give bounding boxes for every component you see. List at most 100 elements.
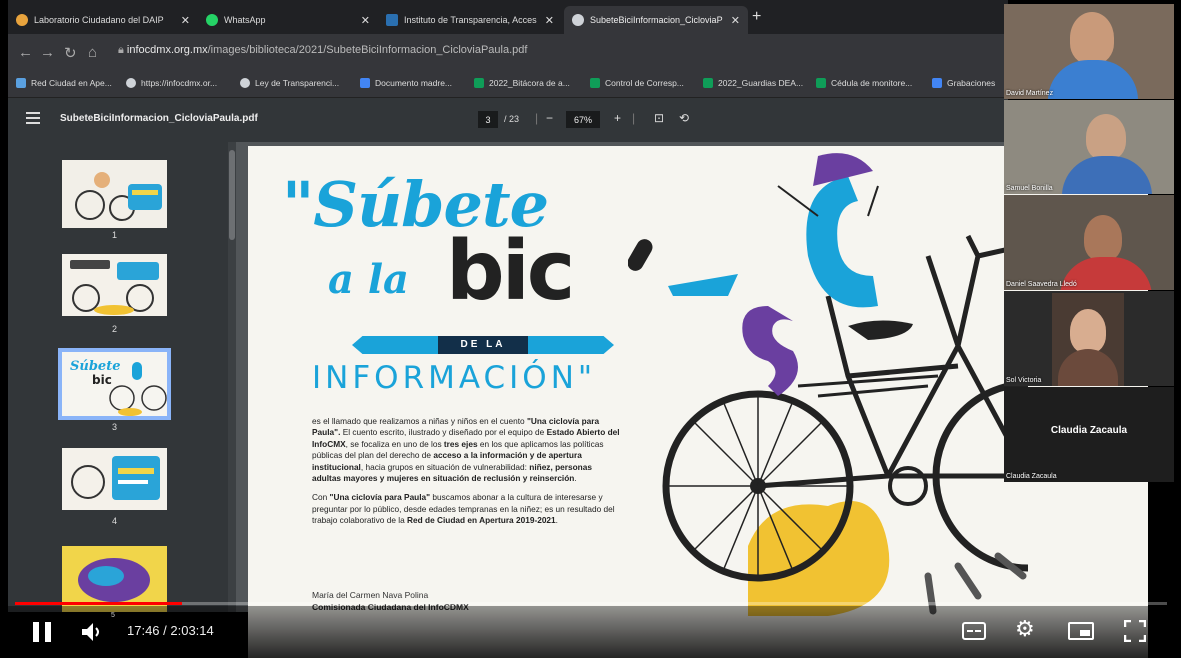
new-tab-icon[interactable]: +: [752, 8, 761, 26]
subtitles-icon[interactable]: [962, 622, 986, 640]
player-controls: 5 17:46 / 2:03:14 ⚙: [0, 606, 1181, 658]
bookmark-item[interactable]: Documento madre...: [360, 78, 452, 88]
bookmark-item[interactable]: 2022_Bitácora de a...: [474, 78, 570, 88]
text-run: Red de Ciudad en Apertura 2019-2021: [407, 515, 556, 526]
lock-icon: 🔒︎: [118, 44, 127, 56]
tab-whatsapp[interactable]: WhatsApp ✕: [198, 6, 378, 34]
fullscreen-icon[interactable]: [1124, 620, 1146, 642]
page-number-input[interactable]: 3: [478, 111, 498, 128]
tab-laboratorio[interactable]: Laboratorio Ciudadano del DAIP ✕: [8, 6, 198, 34]
bookmark-item[interactable]: https://infocdmx.or...: [126, 78, 217, 88]
thumbnail-page-4[interactable]: [62, 448, 167, 510]
video-progress-bar[interactable]: [15, 602, 1167, 605]
bookmark-label: 2022_Guardias DEA...: [718, 78, 804, 88]
poster-paragraph-2: Con "Una ciclovía para Paula" buscamos a…: [312, 492, 615, 526]
close-icon[interactable]: ✕: [361, 14, 370, 27]
tab-label: WhatsApp: [224, 15, 266, 25]
thumbnail-page-3[interactable]: Súbete bic: [58, 348, 171, 420]
participant-center-name: Claudia Zacaula: [1050, 425, 1128, 436]
thumbnail-illustration: [62, 160, 167, 228]
sidebar-scrollbar[interactable]: [228, 142, 236, 612]
bookmark-item[interactable]: Control de Corresp...: [590, 78, 684, 88]
pdf-filename: SubeteBiciInformacion_CicloviaPaula.pdf: [60, 113, 258, 124]
tab-subete-bici[interactable]: SubeteBiciInformacion_CicloviaP ✕: [564, 6, 748, 34]
fit-page-icon[interactable]: ⊡: [654, 111, 664, 125]
close-icon[interactable]: ✕: [731, 14, 740, 27]
bookmark-label: https://infocdmx.or...: [141, 78, 218, 88]
back-icon[interactable]: ←: [18, 44, 33, 61]
bookmark-item[interactable]: Ley de Transparenci...: [240, 78, 339, 88]
pause-icon[interactable]: [33, 622, 39, 642]
stick-arm: [777, 185, 819, 217]
sheets-icon: [474, 78, 484, 88]
participant-body: [1048, 60, 1138, 99]
stick-arm: [867, 185, 879, 217]
thumbnail-page-2[interactable]: [62, 254, 167, 316]
participant-tile[interactable]: Claudia Zacaula Claudia Zacaula: [1004, 387, 1174, 482]
bookmark-label: 2022_Bitácora de a...: [489, 78, 570, 88]
pause-icon-bar: [45, 622, 51, 642]
miniplayer-icon[interactable]: [1068, 622, 1094, 640]
participant-tile[interactable]: Samuel Bonilla: [1004, 100, 1174, 194]
poster-banner-text: DE LA: [438, 336, 528, 354]
video-frame[interactable]: Laboratorio Ciudadano del DAIP ✕ WhatsAp…: [0, 0, 1181, 658]
bike-rack: [797, 374, 939, 398]
settings-gear-icon[interactable]: ⚙: [1015, 616, 1035, 642]
close-icon[interactable]: ✕: [181, 14, 190, 27]
text-run: es el llamado que realizamos a niñas y n…: [312, 416, 525, 426]
thumbnail-page-number: 4: [111, 516, 117, 526]
bookmark-item[interactable]: Cédula de monitore...: [816, 78, 912, 88]
zoom-in-icon[interactable]: +: [614, 111, 621, 125]
bookmark-label: Documento madre...: [375, 78, 453, 88]
thumbnail-illustration: [62, 448, 167, 510]
bookmark-item[interactable]: Red Ciudad en Ape...: [16, 78, 112, 88]
participant-name: Sol Victoria: [1006, 377, 1042, 384]
scrollbar-thumb[interactable]: [229, 150, 235, 240]
poster-body-text: es el llamado que realizamos a niñas y n…: [312, 416, 622, 535]
zoom-out-icon[interactable]: −: [546, 111, 553, 125]
home-icon[interactable]: ⌂: [88, 44, 97, 61]
poster-title-line2: a la: [328, 256, 409, 303]
url-field[interactable]: 🔒︎ infocdmx.org.mx/images/biblioteca/202…: [118, 44, 527, 57]
volume-icon[interactable]: [82, 622, 104, 642]
pdf-thumbnail-sidebar: 1 2 Súbete bic 3 4: [8, 142, 236, 612]
participant-name: David Martínez: [1006, 90, 1054, 97]
browser-tab-bar: Laboratorio Ciudadano del DAIP ✕ WhatsAp…: [8, 0, 1008, 34]
bookmark-label: Grabaciones: [947, 78, 996, 88]
bookmark-label: Ley de Transparenci...: [255, 78, 340, 88]
bike-frame: [757, 255, 1028, 489]
bookmark-label: Control de Corresp...: [605, 78, 684, 88]
reload-icon[interactable]: ↻: [64, 44, 77, 62]
text-run: El cuento escrito, ilustrado y diseñado …: [342, 427, 545, 438]
globe-icon: [572, 14, 584, 26]
participant-tile[interactable]: Daniel Saavedra Lledó: [1004, 195, 1174, 290]
participant-name: Daniel Saavedra Lledó: [1006, 281, 1077, 288]
thumbnail-page-1[interactable]: [62, 160, 167, 228]
blue-pennant: [668, 274, 738, 296]
participant-name: Claudia Zacaula: [1006, 473, 1057, 480]
menu-icon[interactable]: [26, 112, 40, 124]
close-icon[interactable]: ✕: [545, 14, 554, 27]
text-run: , hacia grupos en situación de vulnerabi…: [360, 461, 527, 472]
toolbar-divider: |: [535, 111, 539, 125]
docs-icon: [360, 78, 370, 88]
pdf-document-area[interactable]: "Súbete a la bic DE LA INFORMACIÓN" es e…: [236, 142, 1148, 658]
text-run: tres ejes: [443, 438, 478, 449]
volume-marker: 5: [111, 612, 115, 619]
forward-icon[interactable]: →: [40, 44, 55, 61]
thumbnail-illustration: [62, 254, 167, 316]
text-run: "Una ciclovía para Paula": [329, 492, 431, 503]
triangle-icon: [16, 14, 28, 26]
bike-seat: [848, 320, 913, 340]
participant-tile[interactable]: David Martínez: [1004, 4, 1174, 99]
tab-instituto[interactable]: Instituto de Transparencia, Acces ✕: [378, 6, 562, 34]
participant-tile[interactable]: Sol Victoria: [1004, 291, 1174, 386]
tab-label: SubeteBiciInformacion_CicloviaP: [590, 15, 723, 25]
thumbnail-illustration: Súbete bic: [62, 352, 167, 416]
bookmark-item[interactable]: 2022_Guardias DEA...: [703, 78, 803, 88]
zoom-input[interactable]: 67%: [566, 111, 600, 128]
url-path: /images/biblioteca/2021/SubeteBiciInform…: [207, 44, 528, 56]
bookmark-icon: [16, 78, 26, 88]
bookmark-item[interactable]: Grabaciones: [932, 78, 995, 88]
rotate-icon[interactable]: ⟲: [679, 111, 689, 125]
